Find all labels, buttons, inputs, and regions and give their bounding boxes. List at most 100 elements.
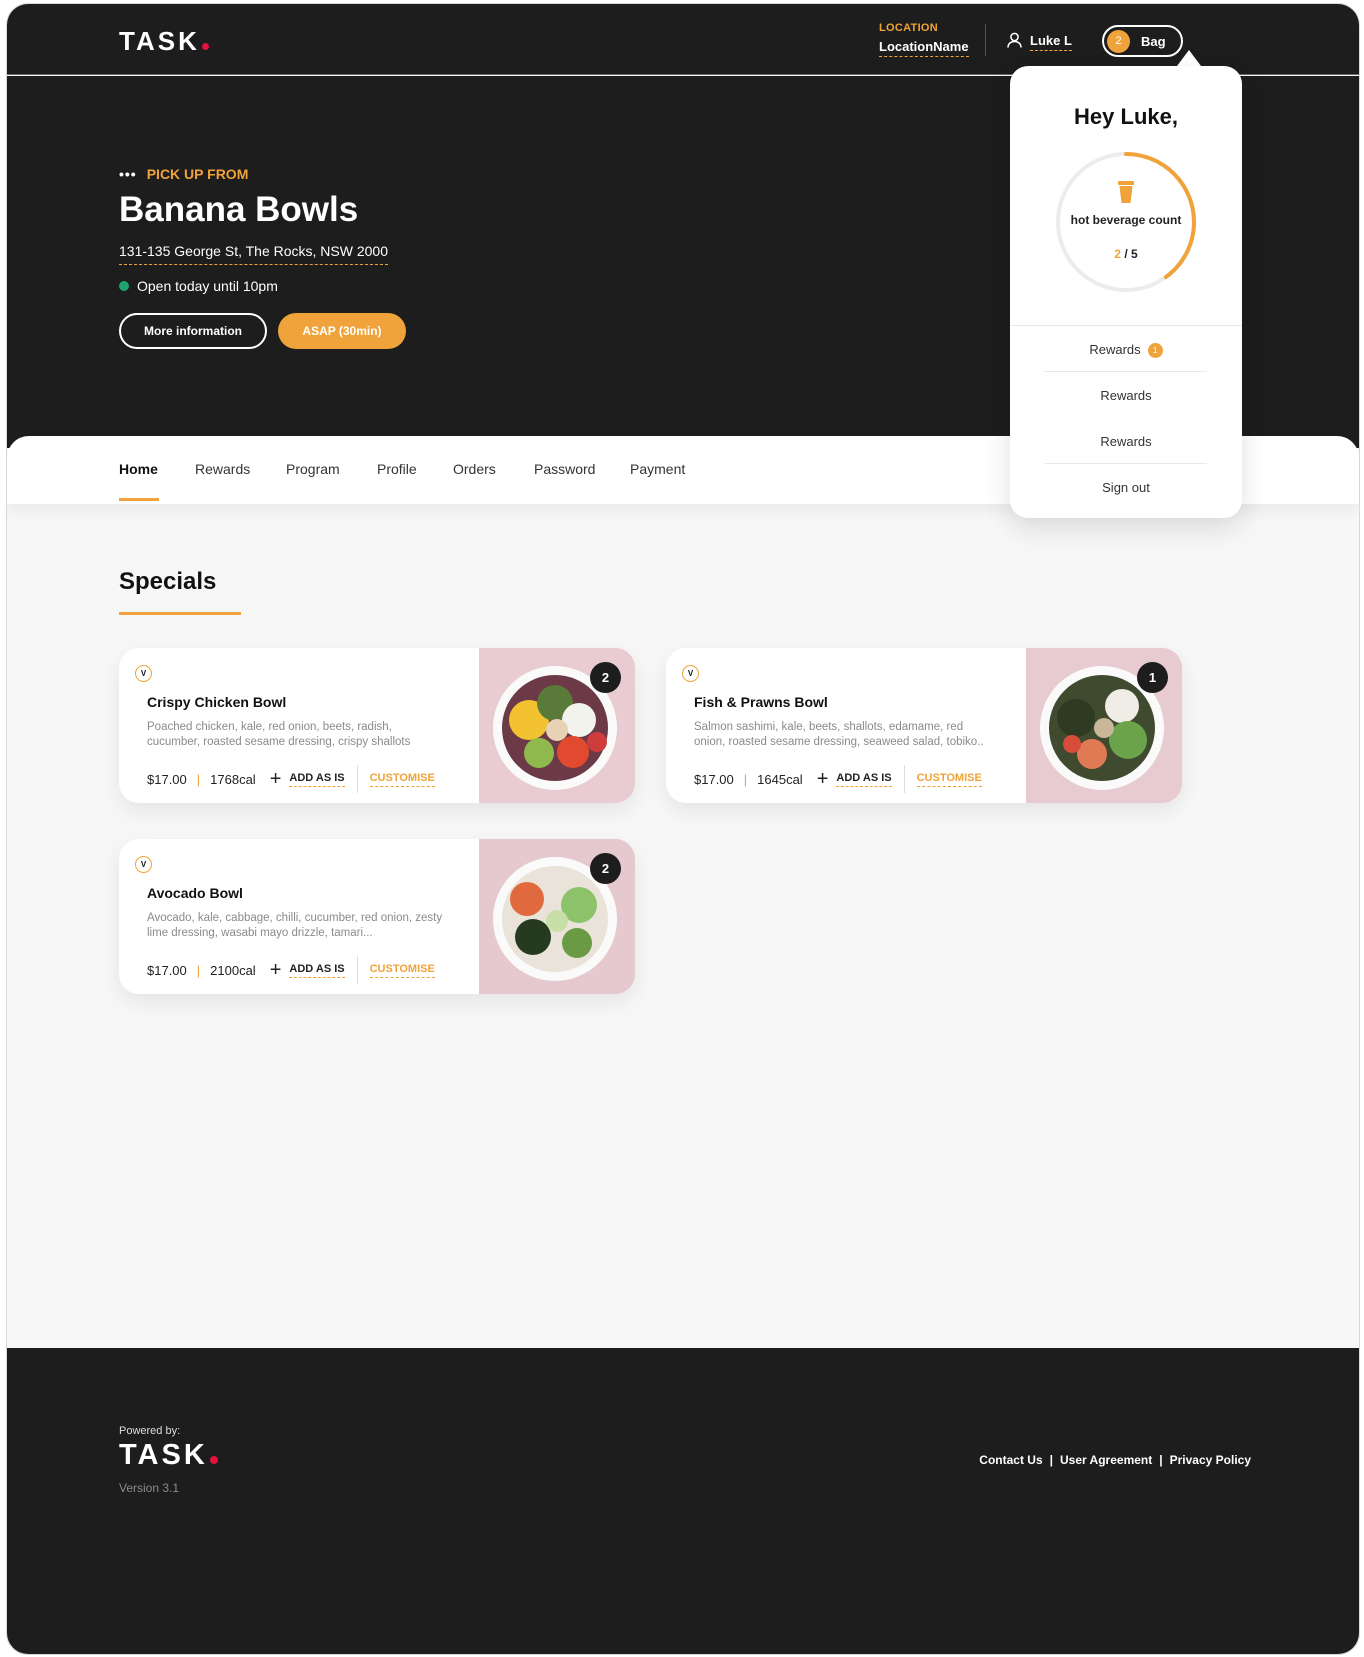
dropdown-caret [1177,50,1201,66]
menu-item-rewards[interactable]: Rewards [1010,388,1242,403]
item-calories: 1768cal [210,771,256,787]
item-calories: 1645cal [757,771,803,787]
location-value: LocationName [879,39,969,57]
footer-logo: TASK [119,1439,218,1472]
top-bar: TASK LOCATION LocationName Luke L 2 Bag [7,4,1359,75]
pickup-heading: ••• PICK UP FROM [119,166,248,182]
footer-separator: | [1049,1453,1053,1467]
cup-icon [1117,180,1135,209]
item-title: Fish & Prawns Bowl [694,694,828,710]
add-as-is-button[interactable]: ADD AS IS [836,772,892,787]
special-card[interactable]: V Fish & Prawns Bowl Salmon sashimi, kal… [666,648,1182,803]
menu-item-rewards[interactable]: Rewards 1 [1010,342,1242,358]
footer: Powered by: TASK Version 3.1 Contact Us … [7,1348,1359,1654]
counter-current: 2 [1114,247,1121,261]
bag-label: Bag [1141,33,1166,49]
customise-button[interactable]: CUSTOMISE [369,772,435,787]
vegetarian-badge: V [135,665,152,682]
bag-button[interactable]: 2 Bag [1102,25,1183,57]
open-status-dot [119,281,129,291]
logo-dot [201,43,209,50]
contact-us-link[interactable]: Contact Us [979,1453,1042,1467]
counter-progress: 2 / 5 [1054,247,1198,261]
dropdown-divider [1010,325,1242,326]
vegetarian-badge: V [135,856,152,873]
price-separator: | [743,771,748,787]
location-label: LOCATION [879,22,939,34]
plus-icon[interactable]: + [270,769,282,789]
tab-profile[interactable]: Profile [377,461,417,477]
specials-underline [119,612,241,615]
item-description: Poached chicken, kale, red onion, beets,… [147,721,411,748]
privacy-policy-link[interactable]: Privacy Policy [1170,1453,1251,1467]
footer-logo-dot [209,1456,218,1464]
item-photo: 2 [479,839,635,994]
footer-separator: | [1159,1453,1163,1467]
hours-text: Open today until 10pm [137,278,278,294]
tab-password[interactable]: Password [534,461,595,477]
item-price: $17.00 [147,771,187,787]
greeting: Hey Luke, [1074,104,1178,129]
active-tab-indicator [119,498,159,501]
item-description: Salmon sashimi, kale, beets, shallots, e… [694,721,984,748]
customise-button[interactable]: CUSTOMISE [916,772,982,787]
item-price: $17.00 [147,962,187,978]
store-hours: Open today until 10pm [119,278,278,294]
user-menu-button[interactable]: Luke L [1007,32,1072,51]
add-as-is-button[interactable]: ADD AS IS [289,772,345,787]
quantity-badge: 1 [1137,662,1168,693]
action-divider [903,765,905,793]
counter-total: 5 [1131,247,1138,261]
tab-payment[interactable]: Payment [630,461,685,477]
item-calories: 2100cal [210,962,256,978]
plus-icon[interactable]: + [817,769,829,789]
logo[interactable]: TASK [119,26,209,57]
footer-logo-text: TASK [119,1439,208,1471]
plus-icon[interactable]: + [270,960,282,980]
counter-label: hot beverage count [1070,213,1182,227]
add-as-is-button[interactable]: ADD AS IS [289,963,345,978]
action-divider [356,765,358,793]
more-information-button[interactable]: More information [119,313,267,349]
special-card[interactable]: V Crispy Chicken Bowl Poached chicken, k… [119,648,635,803]
tab-home[interactable]: Home [119,461,158,477]
sign-out-button[interactable]: Sign out [1010,480,1242,495]
counter-separator: / [1120,247,1131,261]
user-name: Luke L [1030,33,1072,51]
footer-links: Contact Us | User Agreement | Privacy Po… [979,1453,1251,1467]
item-price: $17.00 [694,771,734,787]
store-address[interactable]: 131-135 George St, The Rocks, NSW 2000 [119,243,388,265]
action-divider [356,956,358,984]
quantity-badge: 2 [590,662,621,693]
tab-program[interactable]: Program [286,461,340,477]
dropdown-divider [1045,463,1207,464]
price-separator: | [196,771,201,787]
tab-orders[interactable]: Orders [453,461,496,477]
quantity-badge: 2 [590,853,621,884]
menu-item-label: Rewards [1089,342,1141,357]
location-selector[interactable]: LOCATION LocationName [879,22,969,57]
vegetarian-badge: V [682,665,699,682]
user-agreement-link[interactable]: User Agreement [1060,1453,1152,1467]
item-actions: $17.00 | 2100cal + ADD AS IS CUSTOMISE [147,956,435,984]
dots-icon: ••• [119,166,137,182]
item-actions: $17.00 | 1645cal + ADD AS IS CUSTOMISE [694,765,982,793]
powered-by-label: Powered by: [119,1425,181,1437]
customise-button[interactable]: CUSTOMISE [369,963,435,978]
item-actions: $17.00 | 1768cal + ADD AS IS CUSTOMISE [147,765,435,793]
user-icon [1007,32,1022,51]
tab-rewards[interactable]: Rewards [195,461,250,477]
version-label: Version 3.1 [119,1481,180,1495]
header-divider [985,24,986,56]
bag-count-badge: 2 [1107,29,1130,53]
price-separator: | [196,962,201,978]
beverage-counter: hot beverage count 2 / 5 [1054,150,1198,294]
item-photo: 1 [1026,648,1182,803]
logo-text: TASK [119,26,200,56]
special-card[interactable]: V Avocado Bowl Avocado, kale, cabbage, c… [119,839,635,994]
asap-time-button[interactable]: ASAP (30min) [278,313,406,349]
menu-item-rewards[interactable]: Rewards [1010,434,1242,449]
dropdown-divider [1045,371,1207,372]
store-name: Banana Bowls [119,190,359,229]
app-frame: TASK LOCATION LocationName Luke L 2 Bag … [6,3,1360,1655]
